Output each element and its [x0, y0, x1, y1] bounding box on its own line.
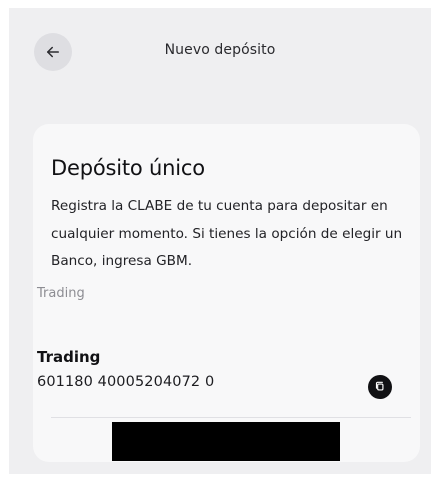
deposit-card: Depósito único Registra la CLABE de tu c…: [33, 124, 420, 462]
account-number: 601180 40005204072 0: [37, 374, 215, 390]
page-title: Nuevo depósito: [164, 42, 276, 58]
account-divider: [51, 417, 411, 418]
copy-icon: [373, 380, 387, 394]
deposit-screen: Nuevo depósito Depósito único Registra l…: [9, 8, 431, 474]
account-title: Trading: [37, 348, 101, 366]
header: Nuevo depósito: [9, 8, 431, 100]
redaction-bar: [112, 422, 340, 461]
card-description: Registra la CLABE de tu cuenta para depo…: [51, 198, 403, 269]
section-label-trading: Trading: [37, 286, 85, 301]
card-title: Depósito único: [51, 156, 205, 180]
copy-button[interactable]: [368, 375, 392, 399]
